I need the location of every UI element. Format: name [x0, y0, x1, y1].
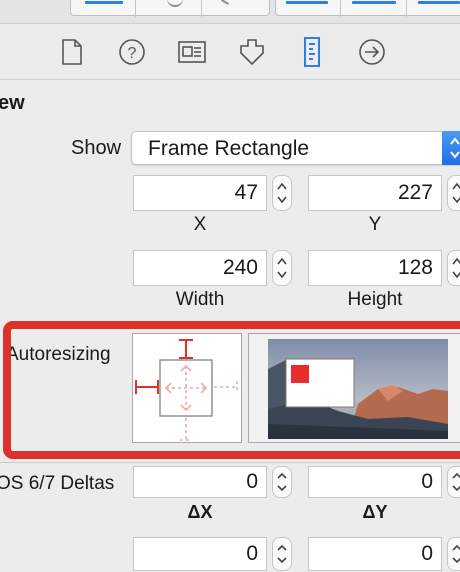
inspector-tab-bar: ?: [0, 24, 460, 80]
delta-height-stepper[interactable]: [447, 537, 460, 571]
width-field[interactable]: 240: [133, 250, 267, 286]
delta-x-label: ΔX: [187, 502, 213, 522]
stepper-arrows-icon: [452, 544, 460, 564]
stepper-arrows-icon: [452, 472, 460, 492]
popup-arrows-icon: [442, 131, 460, 165]
question-circle-icon[interactable]: ?: [117, 37, 147, 67]
x-label: X: [193, 214, 207, 235]
delta-width-field[interactable]: 0: [133, 537, 267, 571]
stepper-arrows-icon: [452, 182, 460, 204]
y-stepper[interactable]: [447, 175, 460, 211]
deltas-label: OS 6/7 Deltas: [0, 473, 115, 494]
x-field[interactable]: 47: [133, 175, 267, 211]
view-selected-indicator: [286, 1, 328, 4]
shield-arrow-icon[interactable]: [237, 37, 267, 67]
delta-x-field[interactable]: 0: [133, 466, 267, 498]
arrow-circle-icon[interactable]: [357, 37, 387, 67]
y-label: Y: [368, 214, 382, 235]
delta-width-stepper[interactable]: [272, 537, 292, 571]
width-label: Width: [175, 289, 225, 310]
id-card-icon[interactable]: [177, 37, 207, 67]
stepper-arrows-icon: [452, 257, 460, 279]
view-segmented-control[interactable]: [275, 0, 460, 17]
y-field[interactable]: 227: [308, 175, 442, 211]
editor-selected-indicator: [85, 1, 123, 4]
section-title: ew: [0, 92, 25, 114]
delta-y-stepper[interactable]: [447, 466, 460, 498]
height-stepper[interactable]: [447, 250, 460, 286]
width-stepper[interactable]: [272, 250, 292, 286]
delta-y-field[interactable]: 0: [308, 466, 442, 498]
svg-text:?: ?: [128, 45, 137, 62]
section-divider: [0, 462, 460, 463]
delta-y-label: ΔY: [362, 502, 388, 522]
document-icon[interactable]: [57, 37, 87, 67]
highlight-annotation: [3, 321, 460, 459]
segment-divider: [340, 0, 341, 17]
x-stepper[interactable]: [272, 175, 292, 211]
segment-divider: [135, 0, 136, 17]
height-label: Height: [347, 289, 403, 310]
show-popup-value: Frame Rectangle: [148, 137, 310, 160]
segment-divider: [201, 0, 202, 17]
stepper-arrows-icon: [277, 182, 287, 204]
view-selected-indicator: [418, 1, 460, 4]
view-selected-indicator: [352, 1, 396, 4]
segment-glyph: [167, 0, 183, 7]
segment-glyph: [221, 0, 229, 5]
height-field[interactable]: 128: [308, 250, 442, 286]
editor-segmented-control[interactable]: [70, 0, 270, 17]
show-label: Show: [71, 137, 122, 159]
show-popup-button[interactable]: Frame Rectangle: [131, 131, 460, 165]
stepper-arrows-icon: [277, 544, 287, 564]
ruler-icon[interactable]: [297, 37, 327, 67]
delta-height-field[interactable]: 0: [308, 537, 442, 571]
stepper-arrows-icon: [277, 472, 287, 492]
window-toolbar: [0, 0, 460, 24]
segment-divider: [406, 0, 407, 17]
delta-x-stepper[interactable]: [272, 466, 292, 498]
stepper-arrows-icon: [277, 257, 287, 279]
